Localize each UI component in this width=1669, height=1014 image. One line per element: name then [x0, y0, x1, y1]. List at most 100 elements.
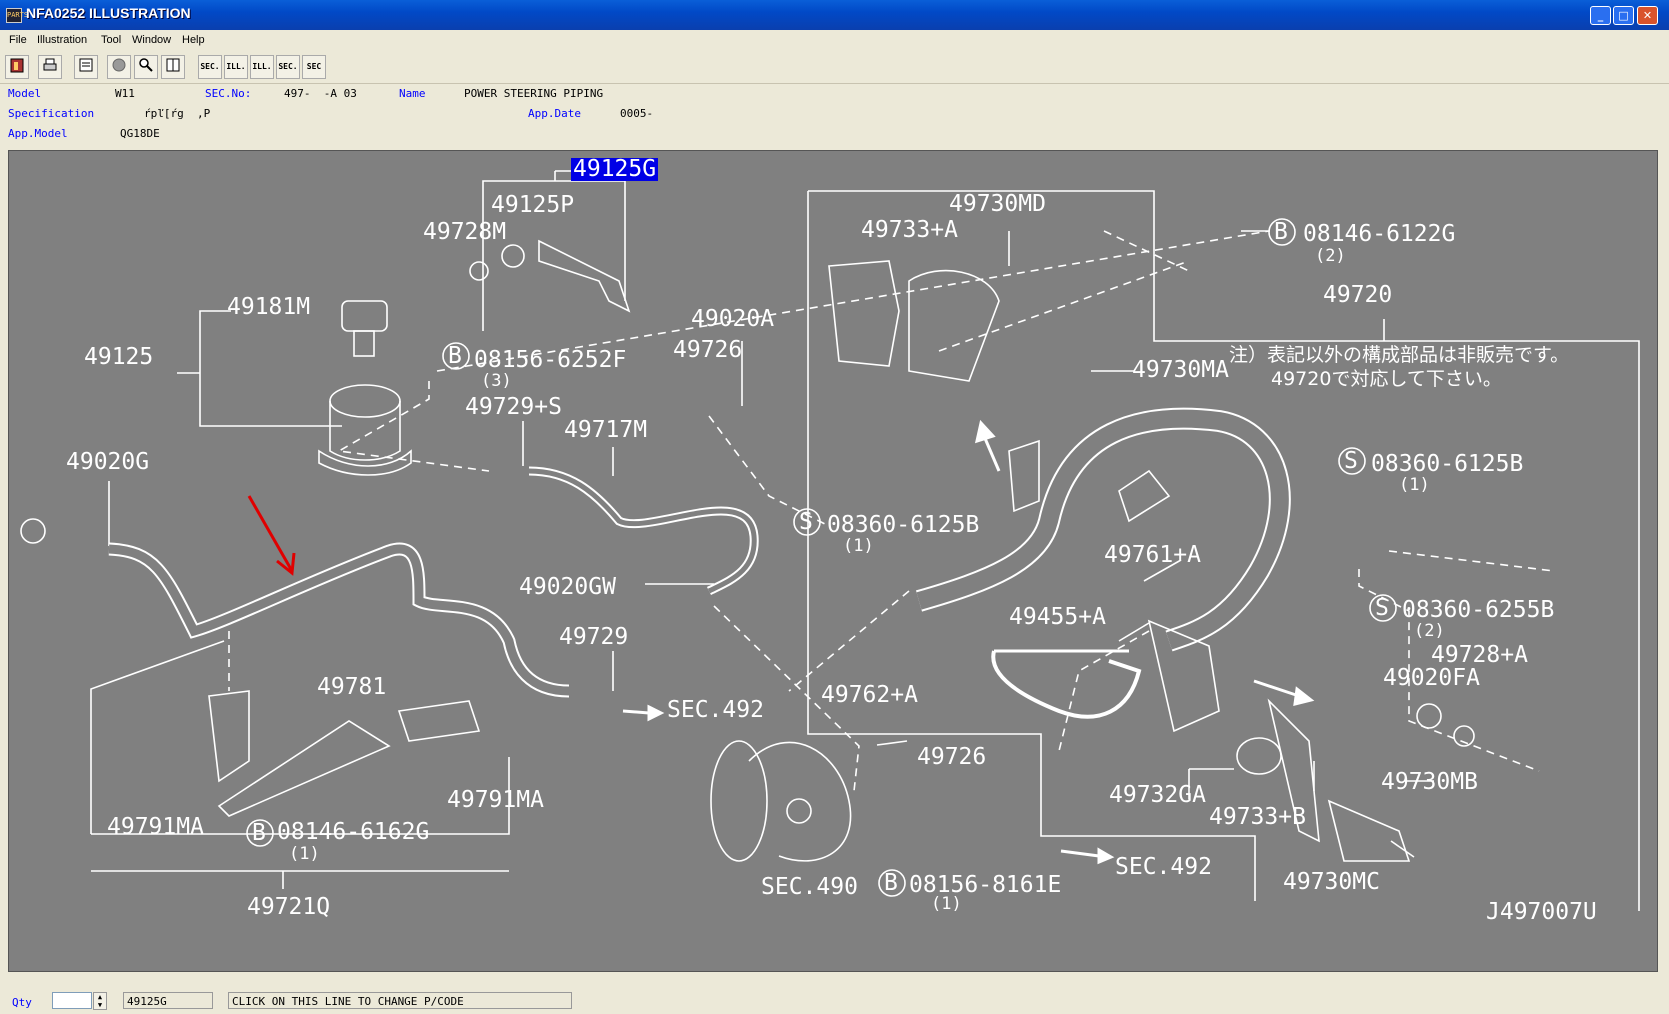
app-icon: PARTS: [6, 8, 28, 23]
part-label[interactable]: 49728M: [423, 221, 506, 244]
menu-window[interactable]: Window: [132, 34, 171, 46]
quantity-label: (1): [289, 844, 320, 864]
model-label: Model: [8, 87, 42, 100]
maximize-button[interactable]: □: [1613, 6, 1634, 25]
next-section-button[interactable]: SEC.: [276, 55, 300, 79]
bubble-s: S: [1375, 595, 1389, 621]
part-label[interactable]: 49125: [84, 346, 153, 369]
part-label[interactable]: 49726: [673, 339, 742, 362]
part-label[interactable]: 49781: [317, 676, 386, 699]
part-label[interactable]: 49181M: [227, 296, 310, 319]
quantity-label: (3): [481, 371, 512, 391]
part-label[interactable]: 49791MA: [107, 816, 204, 839]
part-label[interactable]: 49125P: [491, 194, 574, 217]
part-label[interactable]: 49020FA: [1383, 667, 1480, 690]
qty-input[interactable]: [52, 992, 92, 1009]
part-label[interactable]: 49730MD: [949, 193, 1046, 216]
quantity-label: (1): [931, 894, 962, 914]
pcode-field: 49125G: [123, 992, 213, 1009]
bubble-b: B: [448, 343, 462, 369]
drawing-number: J497007U: [1486, 899, 1597, 925]
part-label[interactable]: 49791MA: [447, 789, 544, 812]
appdate-label: App.Date: [528, 107, 581, 120]
part-label[interactable]: 49730MA: [1132, 359, 1229, 382]
name-label: Name: [399, 87, 426, 100]
change-pcode-line[interactable]: CLICK ON THIS LINE TO CHANGE P/CODE: [228, 992, 572, 1009]
minimize-button[interactable]: _: [1590, 6, 1611, 25]
menu-file[interactable]: File: [9, 34, 27, 46]
window-title: NFA0252 ILLUSTRATION: [26, 5, 191, 21]
note-line-1: 注）表記以外の構成部品は非販売です。: [1229, 344, 1570, 366]
part-label[interactable]: 08360-6125B: [1371, 453, 1523, 476]
part-label[interactable]: 49020GW: [519, 576, 616, 599]
menu-illustration[interactable]: Illustration: [37, 34, 87, 46]
secno-value: 497- -A 03: [284, 87, 357, 100]
section-link[interactable]: SEC.492: [1115, 856, 1212, 879]
section-list-icon[interactable]: [74, 55, 98, 79]
menu-help[interactable]: Help: [182, 34, 205, 46]
book-icon[interactable]: [161, 55, 185, 79]
spec-value: ŕpľ[ŕg ,P: [144, 107, 211, 120]
part-label[interactable]: 49762+A: [821, 684, 918, 707]
part-label-selected[interactable]: 49125G: [571, 158, 659, 181]
part-label[interactable]: 08146-6162G: [277, 821, 429, 844]
appmodel-value: QG18DE: [120, 127, 160, 140]
qty-label: Qty: [12, 996, 32, 1009]
model-value: W11: [115, 87, 135, 100]
part-label[interactable]: 08156-6252F: [474, 349, 626, 372]
secno-label: SEC.No:: [205, 87, 252, 100]
qty-spinner[interactable]: ▲ ▼: [93, 992, 107, 1010]
part-label[interactable]: 49733+A: [861, 219, 958, 242]
status-bar: Qty ▲ ▼ 49125G CLICK ON THIS LINE TO CHAN…: [0, 988, 1669, 1014]
appdate-value: 0005-: [620, 107, 654, 120]
quantity-label: (2): [1315, 246, 1346, 266]
prev-section-button[interactable]: SEC.: [198, 55, 222, 79]
quantity-label: (1): [1399, 475, 1430, 495]
part-label[interactable]: 49733+B: [1209, 806, 1306, 829]
part-label[interactable]: 49729+S: [465, 396, 562, 419]
quantity-label: (2): [1414, 621, 1445, 641]
name-value: POWER STEERING PIPING: [464, 87, 604, 100]
toolbar: SEC. ILL. ILL. SEC. SEC: [0, 51, 1669, 84]
parts-diagram: [20, 170, 1640, 911]
part-label[interactable]: 49729: [559, 626, 628, 649]
part-label[interactable]: 49721Q: [247, 896, 330, 919]
part-label[interactable]: 49720: [1323, 284, 1392, 307]
part-label[interactable]: 49726: [917, 746, 986, 769]
part-label[interactable]: 49730MC: [1283, 871, 1380, 894]
quantity-label: (1): [843, 536, 874, 556]
bubble-b: B: [1274, 219, 1288, 245]
bubble-s: S: [1344, 448, 1358, 474]
bubble-s: S: [799, 509, 813, 535]
print-icon[interactable]: [38, 55, 62, 79]
exit-icon[interactable]: [5, 55, 29, 79]
part-label[interactable]: 49730MB: [1381, 771, 1478, 794]
section-link[interactable]: SEC.490: [761, 876, 858, 899]
part-label[interactable]: 08360-6125B: [827, 514, 979, 537]
part-label[interactable]: 49732GA: [1109, 784, 1206, 807]
menu-tool[interactable]: Tool: [101, 34, 121, 46]
part-label[interactable]: 08146-6122G: [1303, 223, 1455, 246]
zoom-icon[interactable]: [134, 55, 158, 79]
part-label[interactable]: 49728+A: [1431, 644, 1528, 667]
part-label[interactable]: 49761+A: [1104, 544, 1201, 567]
title-bar[interactable]: PARTS NFA0252 ILLUSTRATION _ □ ✕: [0, 0, 1669, 30]
part-label[interactable]: 08360-6255B: [1402, 599, 1554, 622]
appmodel-label: App.Model: [8, 127, 68, 140]
part-label[interactable]: 49455+A: [1009, 606, 1106, 629]
part-label[interactable]: 49020G: [66, 451, 149, 474]
bubble-b: B: [252, 820, 266, 846]
spec-label: Specification: [8, 107, 95, 120]
bubble-b: B: [884, 870, 898, 896]
close-button[interactable]: ✕: [1637, 6, 1658, 25]
illustration-canvas[interactable]: B B S S S B B 49125G 49125P 49728M 49181…: [8, 150, 1658, 972]
part-label[interactable]: 49020A: [691, 308, 774, 331]
part-label[interactable]: 49717M: [564, 419, 647, 442]
next-illustration-button[interactable]: ILL.: [250, 55, 274, 79]
section-search-button[interactable]: SEC: [302, 55, 326, 79]
section-link[interactable]: SEC.492: [667, 699, 764, 722]
prev-illustration-button[interactable]: ILL.: [224, 55, 248, 79]
stop-icon[interactable]: [107, 55, 131, 79]
menu-bar: File Illustration Tool Window Help: [0, 30, 1669, 50]
note-line-2: 49720で対応して下さい。: [1271, 368, 1502, 390]
